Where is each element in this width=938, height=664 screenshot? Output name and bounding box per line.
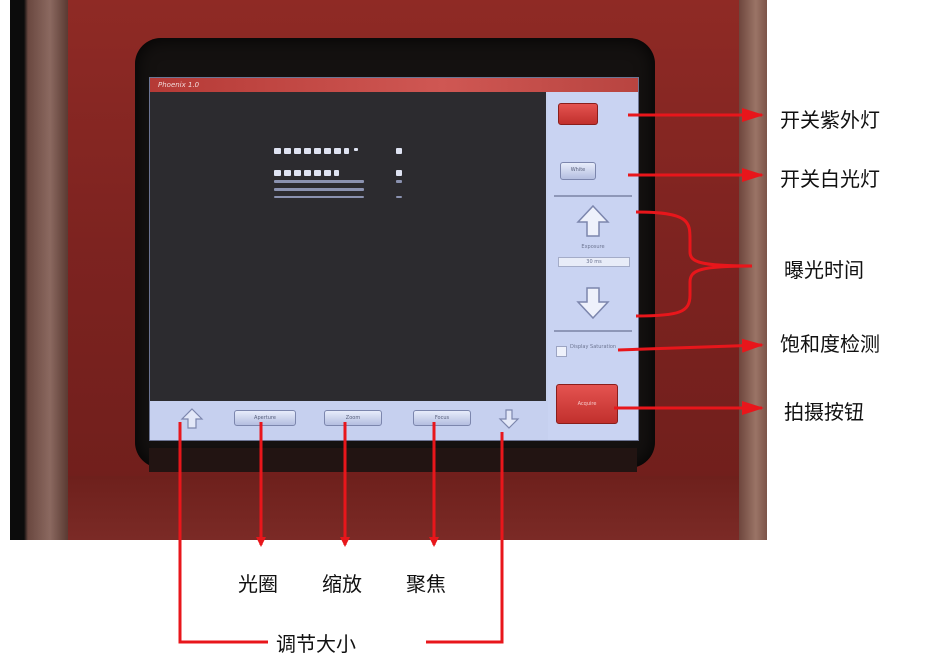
saturation-label-text: 饱和度检测 (780, 332, 880, 356)
saturation-arrow (617, 338, 764, 353)
resize-bracket-left (178, 422, 268, 644)
resize-label: 调节大小 (276, 632, 356, 656)
aperture-label: 光圈 (238, 572, 278, 596)
exposure-brace (635, 210, 753, 318)
resize-bracket-right (426, 432, 504, 644)
exposure-time-label: 曝光时间 (784, 258, 864, 282)
capture-button-label: 拍摄按钮 (784, 400, 864, 424)
focus-label: 聚焦 (406, 572, 446, 596)
zoom-label: 缩放 (322, 572, 362, 596)
white-light-label: 开关白光灯 (780, 167, 880, 191)
uv-light-label: 开关紫外灯 (780, 108, 880, 132)
